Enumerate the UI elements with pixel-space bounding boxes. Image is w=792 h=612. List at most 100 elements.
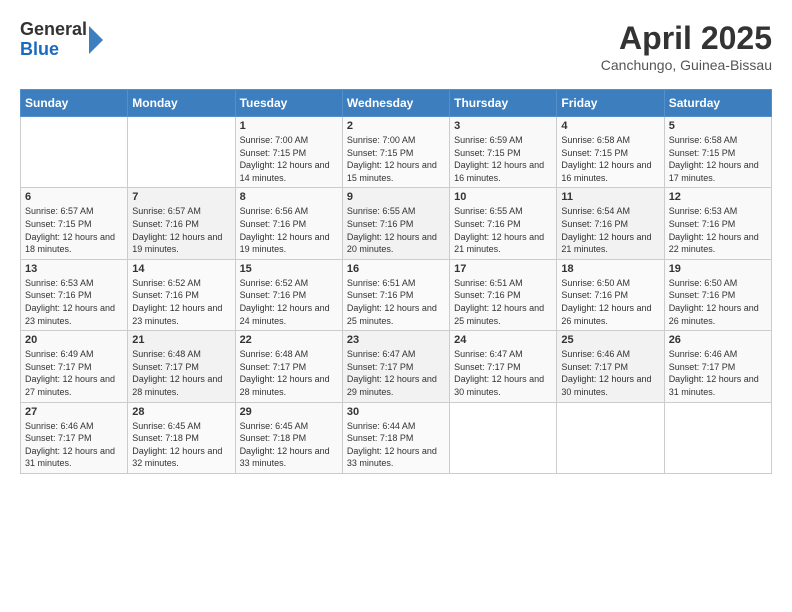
day-info: Sunrise: 6:54 AM Sunset: 7:16 PM Dayligh… — [561, 205, 659, 255]
calendar-day-cell: 18Sunrise: 6:50 AM Sunset: 7:16 PM Dayli… — [557, 259, 664, 330]
calendar-day-header: Monday — [128, 90, 235, 117]
day-number: 5 — [669, 120, 767, 132]
day-info: Sunrise: 6:47 AM Sunset: 7:17 PM Dayligh… — [347, 348, 445, 398]
calendar-day-cell: 7 Sunrise: 6:57 AM Sunset: 7:16 PM Daylig… — [128, 188, 235, 259]
calendar-table: SundayMondayTuesdayWednesdayThursdayFrid… — [20, 89, 772, 474]
calendar-week-row: 20 Sunrise: 6:49 AM Sunset: 7:17 PM Dayli… — [21, 331, 772, 402]
day-info: Sunrise: 6:55 AM Sunset: 7:16 PM Dayligh… — [347, 205, 445, 255]
day-number: 18 — [561, 263, 659, 275]
day-number: 30 — [347, 406, 445, 418]
calendar-week-row: 27 Sunrise: 6:46 AM Sunset: 7:17 PM Dayli… — [21, 402, 772, 473]
day-number: 19 — [669, 263, 767, 275]
day-info: Sunrise: 6:57 AM Sunset: 7:16 PM Dayligh… — [132, 205, 230, 255]
day-number: 7 — [132, 191, 230, 203]
calendar-day-cell: 14Sunrise: 6:52 AM Sunset: 7:16 PM Dayli… — [128, 259, 235, 330]
title-block: April 2025 Canchungo, Guinea-Bissau — [601, 20, 772, 73]
day-number: 13 — [25, 263, 123, 275]
day-info: Sunrise: 6:46 AM Sunset: 7:17 PM Dayligh… — [25, 420, 123, 470]
calendar-week-row: 6 Sunrise: 6:57 AM Sunset: 7:15 PM Daylig… — [21, 188, 772, 259]
day-number: 11 — [561, 191, 659, 203]
calendar-day-cell: 6 Sunrise: 6:57 AM Sunset: 7:15 PM Daylig… — [21, 188, 128, 259]
day-number: 3 — [454, 120, 552, 132]
calendar-day-cell: 26 Sunrise: 6:46 AM Sunset: 7:17 PM Dayli… — [664, 331, 771, 402]
day-info: Sunrise: 6:46 AM Sunset: 7:17 PM Dayligh… — [561, 348, 659, 398]
day-info: Sunrise: 6:59 AM Sunset: 7:15 PM Dayligh… — [454, 134, 552, 184]
calendar-header-row: SundayMondayTuesdayWednesdayThursdayFrid… — [21, 90, 772, 117]
calendar-day-cell: 1Sunrise: 7:00 AM Sunset: 7:15 PM Daylig… — [235, 117, 342, 188]
calendar-day-cell: 13 Sunrise: 6:53 AM Sunset: 7:16 PM Dayli… — [21, 259, 128, 330]
day-info: Sunrise: 6:51 AM Sunset: 7:16 PM Dayligh… — [454, 277, 552, 327]
calendar-week-row: 13 Sunrise: 6:53 AM Sunset: 7:16 PM Dayli… — [21, 259, 772, 330]
page-title: April 2025 — [601, 20, 772, 57]
day-info: Sunrise: 6:53 AM Sunset: 7:16 PM Dayligh… — [25, 277, 123, 327]
day-info: Sunrise: 6:48 AM Sunset: 7:17 PM Dayligh… — [132, 348, 230, 398]
calendar-day-cell — [664, 402, 771, 473]
day-number: 8 — [240, 191, 338, 203]
calendar-day-header: Wednesday — [342, 90, 449, 117]
day-info: Sunrise: 6:58 AM Sunset: 7:15 PM Dayligh… — [561, 134, 659, 184]
calendar-day-cell: 23Sunrise: 6:47 AM Sunset: 7:17 PM Dayli… — [342, 331, 449, 402]
calendar-day-cell: 20 Sunrise: 6:49 AM Sunset: 7:17 PM Dayli… — [21, 331, 128, 402]
day-number: 25 — [561, 334, 659, 346]
day-info: Sunrise: 6:51 AM Sunset: 7:16 PM Dayligh… — [347, 277, 445, 327]
calendar-day-header: Sunday — [21, 90, 128, 117]
day-number: 16 — [347, 263, 445, 275]
calendar-day-cell: 28 Sunrise: 6:45 AM Sunset: 7:18 PM Dayli… — [128, 402, 235, 473]
calendar-day-cell: 15Sunrise: 6:52 AM Sunset: 7:16 PM Dayli… — [235, 259, 342, 330]
calendar-day-cell: 25 Sunrise: 6:46 AM Sunset: 7:17 PM Dayli… — [557, 331, 664, 402]
calendar-day-cell: 11 Sunrise: 6:54 AM Sunset: 7:16 PM Dayli… — [557, 188, 664, 259]
day-number: 15 — [240, 263, 338, 275]
calendar-day-header: Friday — [557, 90, 664, 117]
calendar-day-cell: 16 Sunrise: 6:51 AM Sunset: 7:16 PM Dayli… — [342, 259, 449, 330]
logo: General Blue — [20, 20, 103, 60]
calendar-day-cell: 22 Sunrise: 6:48 AM Sunset: 7:17 PM Dayli… — [235, 331, 342, 402]
day-info: Sunrise: 6:58 AM Sunset: 7:15 PM Dayligh… — [669, 134, 767, 184]
calendar-day-cell: 3 Sunrise: 6:59 AM Sunset: 7:15 PM Daylig… — [450, 117, 557, 188]
day-info: Sunrise: 6:47 AM Sunset: 7:17 PM Dayligh… — [454, 348, 552, 398]
logo-icon — [89, 26, 103, 54]
calendar-day-header: Tuesday — [235, 90, 342, 117]
calendar-day-cell: 4 Sunrise: 6:58 AM Sunset: 7:15 PM Daylig… — [557, 117, 664, 188]
calendar-day-cell: 21 Sunrise: 6:48 AM Sunset: 7:17 PM Dayli… — [128, 331, 235, 402]
calendar-day-cell: 24Sunrise: 6:47 AM Sunset: 7:17 PM Dayli… — [450, 331, 557, 402]
day-info: Sunrise: 6:57 AM Sunset: 7:15 PM Dayligh… — [25, 205, 123, 255]
calendar-day-cell: 5 Sunrise: 6:58 AM Sunset: 7:15 PM Daylig… — [664, 117, 771, 188]
calendar-day-cell — [450, 402, 557, 473]
day-number: 26 — [669, 334, 767, 346]
day-number: 10 — [454, 191, 552, 203]
day-info: Sunrise: 6:49 AM Sunset: 7:17 PM Dayligh… — [25, 348, 123, 398]
calendar-day-cell: 8 Sunrise: 6:56 AM Sunset: 7:16 PM Daylig… — [235, 188, 342, 259]
day-number: 20 — [25, 334, 123, 346]
calendar-day-header: Saturday — [664, 90, 771, 117]
calendar-day-cell: 19 Sunrise: 6:50 AM Sunset: 7:16 PM Dayli… — [664, 259, 771, 330]
day-info: Sunrise: 6:45 AM Sunset: 7:18 PM Dayligh… — [132, 420, 230, 470]
day-info: Sunrise: 6:44 AM Sunset: 7:18 PM Dayligh… — [347, 420, 445, 470]
day-number: 29 — [240, 406, 338, 418]
day-info: Sunrise: 6:48 AM Sunset: 7:17 PM Dayligh… — [240, 348, 338, 398]
calendar-day-cell — [21, 117, 128, 188]
day-info: Sunrise: 6:46 AM Sunset: 7:17 PM Dayligh… — [669, 348, 767, 398]
day-info: Sunrise: 6:50 AM Sunset: 7:16 PM Dayligh… — [669, 277, 767, 327]
calendar-day-cell: 10Sunrise: 6:55 AM Sunset: 7:16 PM Dayli… — [450, 188, 557, 259]
logo-blue: Blue — [20, 40, 87, 60]
calendar-day-cell: 29 Sunrise: 6:45 AM Sunset: 7:18 PM Dayli… — [235, 402, 342, 473]
day-number: 21 — [132, 334, 230, 346]
day-number: 17 — [454, 263, 552, 275]
calendar-day-cell: 30 Sunrise: 6:44 AM Sunset: 7:18 PM Dayli… — [342, 402, 449, 473]
day-number: 1 — [240, 120, 338, 132]
calendar-week-row: 1Sunrise: 7:00 AM Sunset: 7:15 PM Daylig… — [21, 117, 772, 188]
day-info: Sunrise: 6:52 AM Sunset: 7:16 PM Dayligh… — [132, 277, 230, 327]
day-number: 6 — [25, 191, 123, 203]
calendar-day-header: Thursday — [450, 90, 557, 117]
day-info: Sunrise: 6:56 AM Sunset: 7:16 PM Dayligh… — [240, 205, 338, 255]
calendar-day-cell — [557, 402, 664, 473]
day-info: Sunrise: 6:45 AM Sunset: 7:18 PM Dayligh… — [240, 420, 338, 470]
day-number: 27 — [25, 406, 123, 418]
day-number: 2 — [347, 120, 445, 132]
day-info: Sunrise: 6:53 AM Sunset: 7:16 PM Dayligh… — [669, 205, 767, 255]
page-subtitle: Canchungo, Guinea-Bissau — [601, 57, 772, 73]
day-number: 4 — [561, 120, 659, 132]
day-number: 28 — [132, 406, 230, 418]
day-number: 22 — [240, 334, 338, 346]
day-number: 9 — [347, 191, 445, 203]
